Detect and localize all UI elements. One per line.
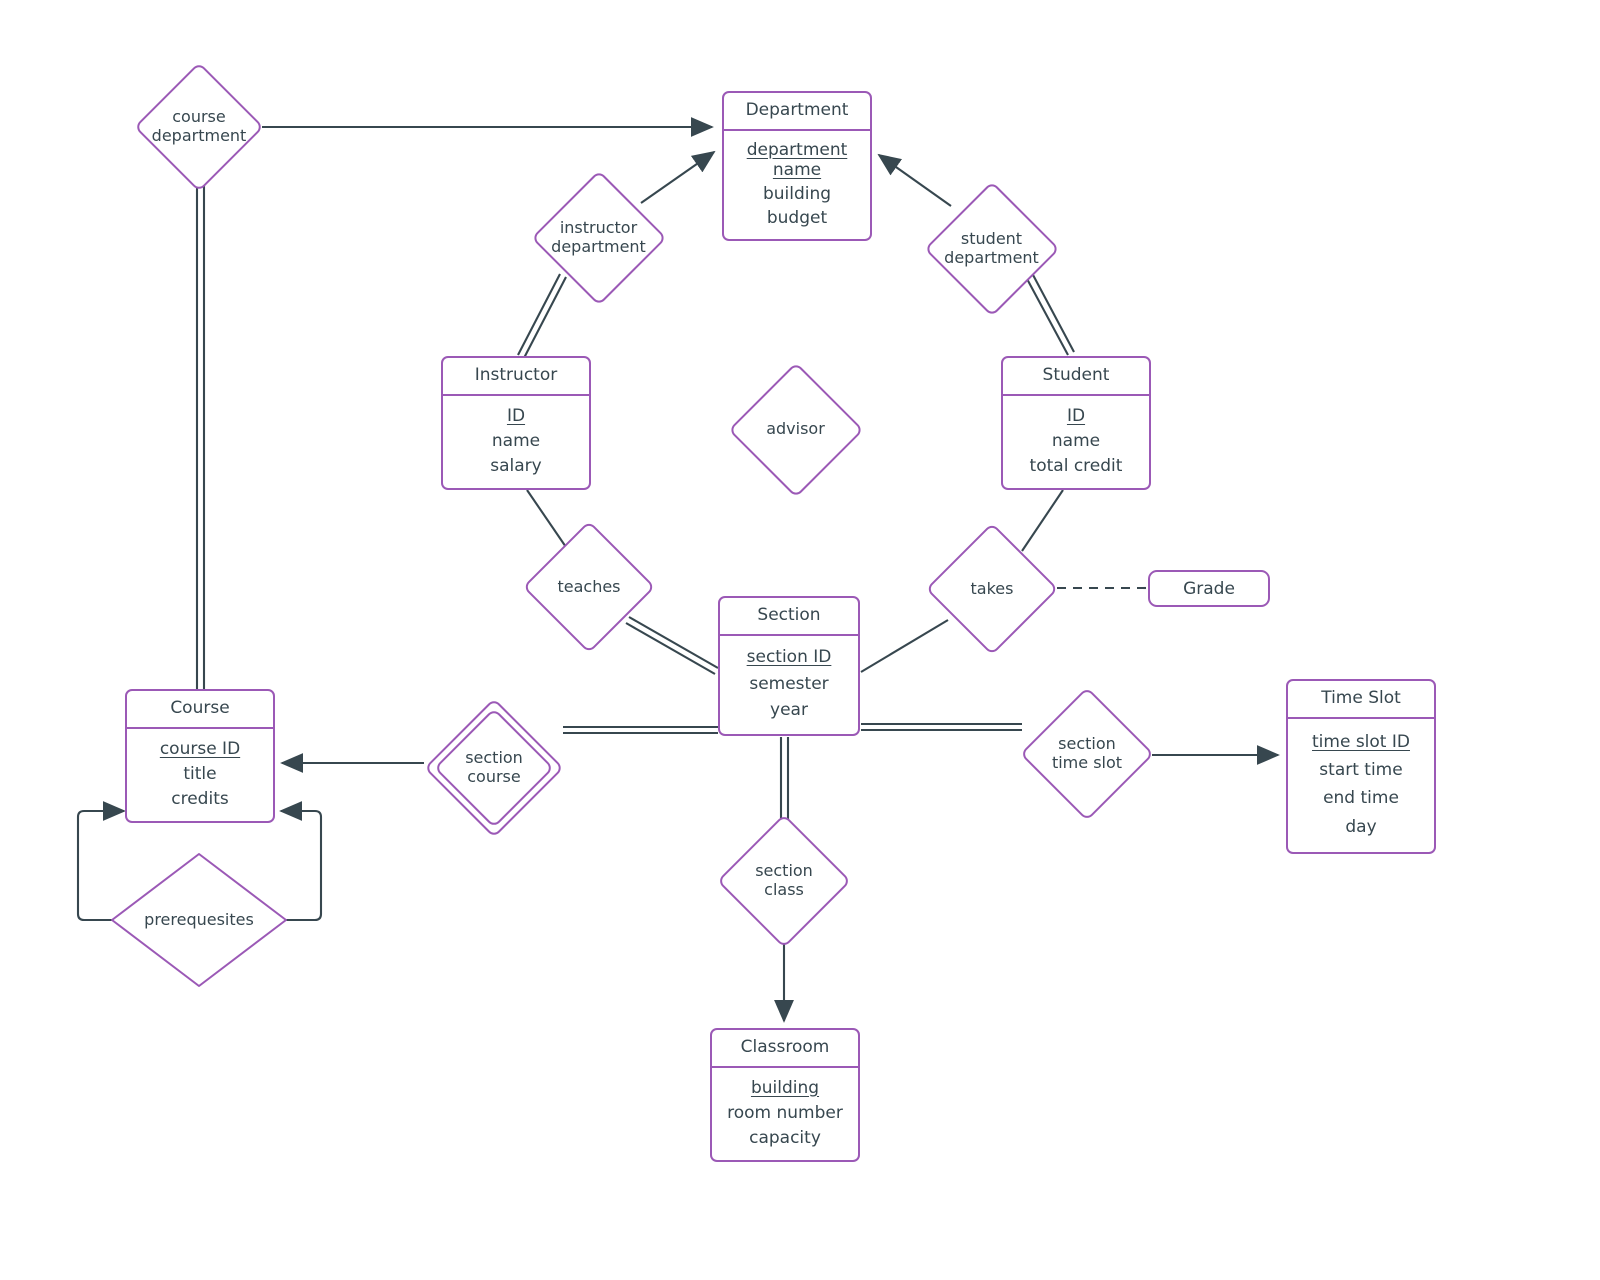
entity-instructor-attributes: ID name salary	[443, 396, 589, 488]
entity-classroom-title: Classroom	[712, 1030, 858, 1068]
attribute-section-semester: semester	[749, 673, 829, 694]
attribute-classroom-room-number: room number	[727, 1102, 843, 1123]
entity-section-attributes: section ID semester year	[720, 636, 858, 734]
relationship-instructor-department[interactable]: instructor department	[530, 169, 667, 306]
student-department-diamond	[923, 180, 1060, 317]
section-class-diamond	[716, 813, 852, 949]
attribute-student-id: ID	[1066, 405, 1086, 426]
attribute-instructor-name: name	[491, 430, 541, 451]
relationship-prerequesites[interactable]: prerequesites	[108, 850, 290, 990]
relationship-section-course[interactable]: section course	[423, 697, 565, 839]
entity-time-slot-title: Time Slot	[1288, 681, 1434, 719]
attribute-department-building: building	[762, 183, 832, 204]
attribute-instructor-id: ID	[506, 405, 526, 426]
teaches-diamond	[522, 520, 656, 654]
entity-department[interactable]: Department department name building budg…	[722, 91, 872, 241]
entity-time-slot[interactable]: Time Slot time slot ID start time end ti…	[1286, 679, 1436, 854]
section-time-slot-diamond	[1019, 686, 1155, 822]
attribute-time-slot-end-time: end time	[1323, 788, 1399, 809]
relationship-section-time-slot[interactable]: section time slot	[1019, 686, 1155, 822]
attribute-student-total-credit: total credit	[1029, 455, 1123, 476]
attribute-student-name: name	[1051, 430, 1101, 451]
attribute-time-slot-id: time slot ID	[1312, 731, 1410, 752]
attribute-section-year: year	[770, 700, 808, 721]
attribute-time-slot-day: day	[1345, 816, 1377, 837]
advisor-diamond	[727, 361, 864, 498]
attribute-classroom-capacity: capacity	[749, 1127, 821, 1148]
entity-classroom[interactable]: Classroom building room number capacity	[710, 1028, 860, 1162]
relationship-section-class[interactable]: section class	[716, 813, 852, 949]
entity-instructor[interactable]: Instructor ID name salary	[441, 356, 591, 490]
course-department-diamond	[133, 61, 265, 193]
attribute-department-budget: budget	[766, 207, 828, 228]
relationship-teaches[interactable]: teaches	[522, 520, 656, 654]
relationship-student-department[interactable]: student department	[923, 180, 1060, 317]
takes-diamond	[925, 522, 1059, 656]
attribute-course-title: title	[183, 763, 217, 784]
entity-classroom-attributes: building room number capacity	[712, 1068, 858, 1160]
attribute-course-id: course ID	[159, 738, 241, 759]
entity-department-title: Department	[724, 93, 870, 131]
attribute-time-slot-start-time: start time	[1319, 760, 1403, 781]
entity-section-title: Section	[720, 598, 858, 636]
relationship-course-department[interactable]: course department	[133, 61, 265, 193]
attribute-classroom-building: building	[750, 1077, 820, 1098]
instructor-department-diamond	[530, 169, 667, 306]
attribute-grade[interactable]: Grade	[1148, 570, 1270, 607]
prerequesites-diamond	[108, 850, 290, 990]
attribute-grade-label: Grade	[1183, 578, 1235, 599]
entity-course-title: Course	[127, 691, 273, 729]
er-diagram-canvas: Department department name building budg…	[0, 0, 1600, 1280]
attribute-section-id: section ID	[746, 647, 832, 668]
prerequesites-diamond-shape	[111, 853, 287, 987]
attribute-instructor-salary: salary	[490, 455, 542, 476]
section-course-diamond	[423, 697, 565, 839]
entity-course[interactable]: Course course ID title credits	[125, 689, 275, 823]
relationship-advisor[interactable]: advisor	[727, 361, 864, 498]
entity-student[interactable]: Student ID name total credit	[1001, 356, 1151, 490]
attribute-department-name: department name	[746, 139, 848, 180]
entity-student-title: Student	[1003, 358, 1149, 396]
entity-time-slot-attributes: time slot ID start time end time day	[1288, 719, 1434, 852]
entity-section[interactable]: Section section ID semester year	[718, 596, 860, 736]
entity-student-attributes: ID name total credit	[1003, 396, 1149, 488]
attribute-course-credits: credits	[171, 788, 229, 809]
entity-department-attributes: department name building budget	[724, 131, 870, 239]
entity-instructor-title: Instructor	[443, 358, 589, 396]
relationship-takes[interactable]: takes	[925, 522, 1059, 656]
entity-course-attributes: course ID title credits	[127, 729, 273, 821]
